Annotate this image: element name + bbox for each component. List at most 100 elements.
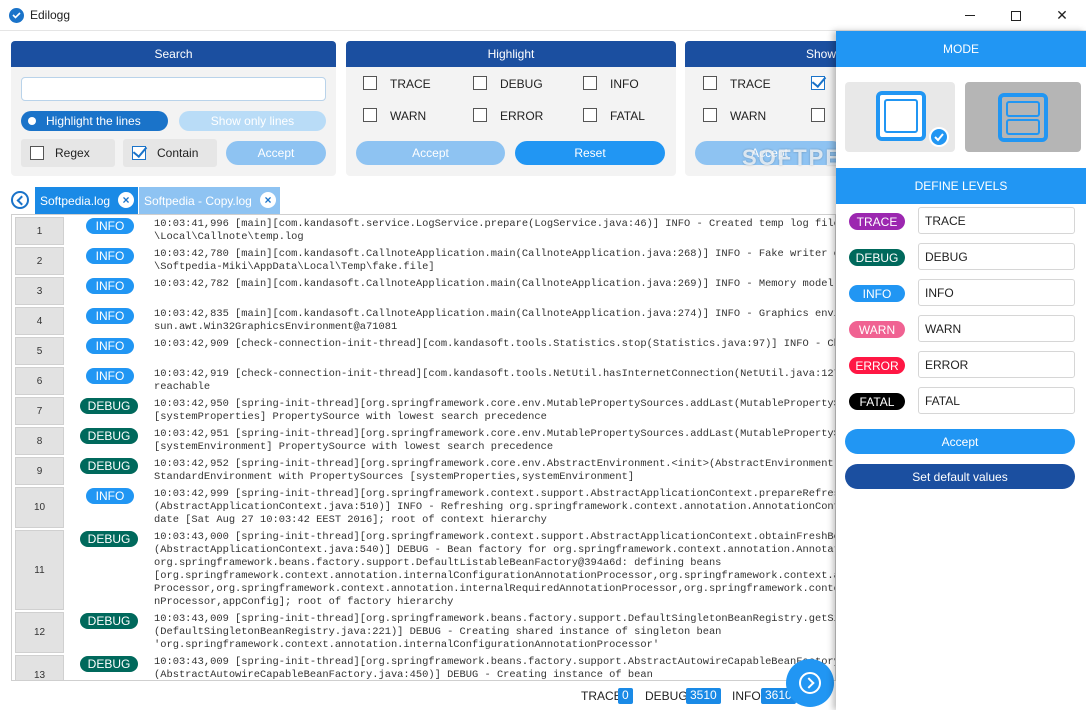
levels-accept-button[interactable]: Accept (845, 429, 1075, 454)
log-message: 10:03:41,996 [main][com.kandasoft.servic… (154, 218, 836, 244)
search-input[interactable] (21, 77, 326, 101)
log-line: Processor,org.springframework.context.an… (154, 583, 836, 595)
tab-softpedia-copy-log[interactable]: Softpedia - Copy.log × (139, 187, 280, 214)
level-badge: DEBUG (80, 458, 138, 474)
highlight-info-checkbox[interactable] (583, 76, 597, 90)
log-message: 10:03:42,782 [main][com.kandasoft.Callno… (154, 278, 835, 291)
highlight-info-label: INFO (610, 77, 639, 91)
highlight-error-checkbox[interactable] (473, 108, 487, 122)
log-line: org.springframework.beans.factory.suppor… (154, 557, 722, 569)
log-line: \Softpedia-Miki\AppData\Local\Temp\fake.… (154, 261, 435, 273)
close-window-button[interactable]: ✕ (1039, 0, 1085, 31)
log-viewer[interactable]: 1 INFO 10:03:41,996 [main][com.kandasoft.s… (11, 214, 836, 681)
log-row[interactable]: 6 INFO 10:03:42,919 [check-connection-init… (12, 367, 835, 397)
show-only-lines-radio[interactable]: Show only lines (179, 111, 326, 131)
log-message: 10:03:42,835 [main][com.kandasoft.Callno… (154, 308, 836, 334)
row-number: 12 (15, 612, 64, 653)
log-row[interactable]: 7 DEBUG 10:03:42,950 [spring-init-thread][… (12, 397, 835, 427)
selected-check-icon (929, 127, 949, 147)
set-default-values-button[interactable]: Set default values (845, 464, 1075, 489)
window-title: Edilogg (30, 8, 71, 22)
regex-toggle[interactable]: Regex (21, 139, 115, 167)
show-trace-label: TRACE (730, 77, 771, 91)
highlight-debug-checkbox[interactable] (473, 76, 487, 90)
radio-dot-icon (28, 117, 36, 125)
highlight-lines-radio[interactable]: Highlight the lines (21, 111, 168, 131)
level-badge: INFO (86, 218, 134, 234)
tab-scroll-back-icon[interactable] (11, 191, 29, 209)
highlight-warn-checkbox[interactable] (363, 108, 377, 122)
regex-checkbox[interactable] (30, 146, 44, 160)
log-row[interactable]: 9 DEBUG 10:03:42,952 [spring-init-thread][… (12, 457, 835, 487)
row-number: 6 (15, 367, 64, 395)
debug-level-input[interactable]: DEBUG (918, 243, 1075, 270)
tab-softpedia-log[interactable]: Softpedia.log × (35, 187, 138, 214)
split-view-icon (998, 93, 1048, 142)
search-accept-button[interactable]: Accept (226, 141, 326, 165)
highlight-fatal-label: FATAL (610, 109, 645, 123)
highlight-trace-checkbox[interactable] (363, 76, 377, 90)
log-row[interactable]: 1 INFO 10:03:41,996 [main][com.kandasoft.s… (12, 217, 836, 247)
row-number: 10 (15, 487, 64, 528)
log-row[interactable]: 2 INFO 10:03:42,780 [main][com.kandasoft.C… (12, 247, 836, 277)
mode-split-view-card[interactable] (965, 82, 1081, 152)
log-row[interactable]: 10 INFO 10:03:42,999 [spring-init-thread][… (12, 487, 835, 530)
minimize-button[interactable] (947, 0, 993, 31)
log-line: reachable (154, 381, 211, 393)
log-row[interactable]: 5 INFO 10:03:42,909 [check-connection-init… (12, 337, 836, 367)
row-number: 4 (15, 307, 64, 335)
log-line: (AbstractAutowireCapableBeanFactory.java… (154, 669, 653, 681)
log-line: 10:03:42,835 [main][com.kandasoft.Callno… (154, 308, 836, 320)
row-number: 2 (15, 247, 64, 275)
level-badge: INFO (86, 308, 134, 324)
level-badge: INFO (86, 278, 134, 294)
log-message: 10:03:42,909 [check-connection-init-thre… (154, 338, 836, 351)
log-line: 10:03:43,000 [spring-init-thread][org.sp… (154, 531, 836, 543)
trace-level-input[interactable]: TRACE (918, 207, 1075, 234)
log-message: 10:03:42,780 [main][com.kandasoft.Callno… (154, 248, 836, 274)
contain-checkbox[interactable] (132, 146, 146, 160)
show-error-checkbox[interactable] (811, 108, 825, 122)
contain-toggle[interactable]: Contain (123, 139, 217, 167)
log-line: 10:03:42,780 [main][com.kandasoft.Callno… (154, 248, 836, 260)
highlight-debug-label: DEBUG (500, 77, 543, 91)
fatal-level-input[interactable]: FATAL (918, 387, 1075, 414)
log-line: 10:03:42,909 [check-connection-init-thre… (154, 338, 836, 350)
maximize-button[interactable] (993, 0, 1039, 31)
contain-label: Contain (157, 146, 199, 160)
row-number: 1 (15, 217, 64, 245)
log-line: \Local\Callnote\temp.log (154, 231, 304, 243)
log-message: 10:03:42,951 [spring-init-thread][org.sp… (154, 428, 835, 454)
error-level-input[interactable]: ERROR (918, 351, 1075, 378)
log-line: 'org.springframework.context.annotation.… (154, 639, 660, 651)
close-tab-icon[interactable]: × (260, 192, 276, 208)
log-row[interactable]: 4 INFO 10:03:42,835 [main][com.kandasoft.C… (12, 307, 836, 337)
search-panel-header: Search (11, 41, 336, 67)
highlight-trace-label: TRACE (390, 77, 431, 91)
search-panel: Search Highlight the lines Show only lin… (11, 41, 336, 176)
log-line: 10:03:41,996 [main][com.kandasoft.servic… (154, 218, 836, 230)
close-tab-icon[interactable]: × (118, 192, 134, 208)
show-warn-label: WARN (730, 109, 767, 123)
highlight-reset-button[interactable]: Reset (515, 141, 665, 165)
highlight-accept-button[interactable]: Accept (356, 141, 505, 165)
next-page-button[interactable] (786, 659, 834, 707)
log-row[interactable]: 13 DEBUG 10:03:43,009 [spring-init-thread]… (12, 655, 835, 681)
log-row[interactable]: 11 DEBUG 10:03:43,000 [spring-init-thread]… (12, 530, 836, 612)
show-warn-checkbox[interactable] (703, 108, 717, 122)
log-row[interactable]: 12 DEBUG 10:03:43,009 [spring-init-thread]… (12, 612, 835, 655)
log-row[interactable]: 8 DEBUG 10:03:42,951 [spring-init-thread][… (12, 427, 835, 457)
level-badge: INFO (86, 368, 134, 384)
highlight-panel-header: Highlight (346, 41, 676, 67)
show-debug-checkbox[interactable] (811, 76, 825, 90)
log-row[interactable]: 3 INFO 10:03:42,782 [main][com.kandasoft.C… (12, 277, 835, 307)
level-badge: INFO (86, 488, 134, 504)
trace-count-label: TRACE (581, 689, 622, 703)
title-bar: Edilogg ✕ (0, 0, 1086, 31)
mode-single-view-card[interactable] (845, 82, 955, 152)
highlight-lines-label: Highlight the lines (46, 114, 141, 128)
show-trace-checkbox[interactable] (703, 76, 717, 90)
highlight-fatal-checkbox[interactable] (583, 108, 597, 122)
warn-level-input[interactable]: WARN (918, 315, 1075, 342)
info-level-input[interactable]: INFO (918, 279, 1075, 306)
